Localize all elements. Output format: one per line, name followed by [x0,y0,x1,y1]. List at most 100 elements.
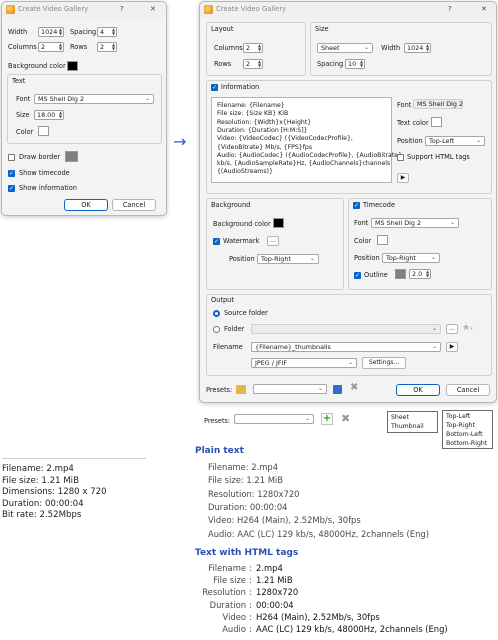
spin-arrows-icon[interactable]: ▲ ▼ [111,43,116,51]
new-dialog-window: Create Video Gallery ? ✕ Layout Columns … [199,1,497,403]
html-row-value: 1.21 MiB [256,575,293,586]
star-icon[interactable]: ★▾ [462,323,473,333]
source-folder-radio[interactable] [213,310,220,317]
color-label: Color [16,128,34,136]
rows-spinbox[interactable]: 2 ▲ ▼ [243,59,263,69]
outline-checkbox[interactable]: ✓ [354,272,361,279]
help-button[interactable]: ? [120,5,124,13]
position-popup: Top-Left Top-Right Bottom-Left Bottom-Right [442,410,493,449]
info-font-combo[interactable]: MS Shell Dlg 2 [413,99,463,109]
popup-item[interactable]: Bottom-Left [446,431,483,438]
close-button[interactable]: ✕ [150,5,156,13]
spin-arrows-icon[interactable]: ▲ ▼ [257,44,262,52]
outline-color-swatch[interactable] [395,269,406,279]
tc-position-value: Top-Right [386,254,416,262]
popup-item[interactable]: Thumbnail [391,423,424,430]
tc-position-label: Position [354,254,380,262]
chevron-down-icon: ⌄ [144,95,150,102]
show-information-checkbox[interactable]: ✓ [8,185,15,192]
border-color-swatch[interactable] [65,151,78,162]
spin-arrows-icon[interactable]: ▲ ▼ [58,111,63,119]
template-line: {VideoBitrate} Mb/s, {FPS}fps [217,143,313,151]
presets-combo[interactable]: ⌄ [253,384,327,394]
play-icon: ▶ [449,343,455,350]
info-text-color-label: Text color [397,119,429,127]
preview-play-button[interactable]: ▶ [397,173,409,183]
popup-item[interactable]: Sheet [391,414,409,421]
rows-label: Rows [214,60,232,68]
html-row-value: 1280x720 [256,587,299,598]
spacing-value: 4 [100,28,105,36]
info-sample-divider [2,458,146,459]
spin-arrows-icon[interactable]: ▲ ▼ [111,28,116,36]
spin-arrows-icon[interactable]: ▲ ▼ [257,60,262,68]
information-title: Information [221,83,260,91]
spin-arrows-icon[interactable]: ▲ ▼ [359,60,364,68]
bg-position-combo[interactable]: Top-Right ⌄ [257,254,319,264]
columns-spinbox[interactable]: 2 ▲ ▼ [243,43,263,53]
spacing-spinbox[interactable]: 10 ▲ ▼ [345,59,365,69]
folder-browse-button[interactable]: ... [446,324,458,334]
filename-play-button[interactable]: ▶ [446,342,458,352]
tc-font-value: MS Shell Dlg 2 [375,219,422,227]
font-combo[interactable]: MS Shell Dlg 2 ⌄ [34,94,154,104]
show-timecode-checkbox[interactable]: ✓ [8,170,15,177]
presets-label: Presets: [206,386,233,394]
rows-value: 2 [246,60,251,68]
tc-position-combo[interactable]: Top-Right ⌄ [382,253,440,263]
save-preset-icon[interactable] [333,385,342,394]
width-spinbox[interactable]: 1024 ▲ ▼ [404,43,431,53]
folder-radio[interactable] [213,326,220,333]
spin-arrows-icon[interactable]: ▲ ▼ [425,270,430,278]
size-spinbox[interactable]: 18.00 ▲ ▼ [34,110,64,120]
spin-arrows-icon[interactable]: ▲ ▼ [58,43,63,51]
help-button[interactable]: ? [448,5,452,13]
popup-item[interactable]: Top-Right [446,422,475,429]
spacing-spinbox[interactable]: 4 ▲ ▼ [97,27,117,37]
info-sample-line: Dimensions: 1280 x 720 [2,487,107,497]
information-template-editor[interactable]: Filename: {Filename} File size: {Size KB}… [211,97,402,183]
spin-arrows-icon[interactable]: ▲ ▼ [425,44,430,52]
close-button[interactable]: ✕ [481,5,487,13]
folder-path-combo[interactable]: ⌄ [251,324,441,334]
cancel-button[interactable]: Cancel [446,384,490,396]
bgcolor-swatch[interactable] [273,218,284,228]
add-preset-icon[interactable]: + [321,413,333,425]
bgcolor-label: Background color [213,220,271,228]
popup-item[interactable]: Top-Left [446,413,470,420]
tc-color-swatch[interactable] [377,235,388,245]
size-mode-combo[interactable]: Sheet ⌄ [317,43,373,53]
delete-preset-icon[interactable]: ✖ [350,382,358,393]
html-row-colon: : [249,624,252,634]
bgcolor-swatch[interactable] [67,61,78,71]
template-line: kb/s, {AudioSampleRate}Hz, {AudioChannel… [217,160,391,168]
template-line: Filename: {Filename} [217,102,285,109]
outline-width-spinbox[interactable]: 2.0 ▲ ▼ [409,269,431,279]
filename-combo[interactable]: {Filename}_thumbnails ⌄ [251,342,441,352]
preset-folder-icon[interactable] [236,385,246,394]
html-row-key: Video [222,611,246,622]
info-position-combo[interactable]: Top-Left ⌄ [425,136,485,146]
width-spinbox[interactable]: 1024 ▲ ▼ [38,27,64,37]
information-checkbox[interactable]: ✓ [211,84,218,91]
remove-preset-icon[interactable]: ✖ [341,412,350,425]
information-group: ✓ Information Filename: {Filename} File s… [206,80,492,194]
columns-spinbox[interactable]: 2 ▲ ▼ [38,42,64,52]
settings-button[interactable]: Settings... [362,357,406,369]
ok-button[interactable]: OK [64,199,108,211]
tc-font-combo[interactable]: MS Shell Dlg 2 ⌄ [371,218,459,228]
bottom-presets-combo[interactable]: ⌄ [234,414,314,424]
timecode-checkbox[interactable]: ✓ [353,202,360,209]
draw-border-checkbox[interactable] [8,154,15,161]
popup-item[interactable]: Bottom-Right [446,440,487,447]
format-combo[interactable]: JPEG / JFIF ⌄ [251,358,357,368]
support-html-checkbox[interactable] [397,154,404,161]
rows-spinbox[interactable]: 2 ▲ ▼ [97,42,117,52]
cancel-button[interactable]: Cancel [112,199,156,211]
info-text-color-swatch[interactable] [431,117,442,127]
watermark-checkbox[interactable]: ✓ [213,238,220,245]
text-color-swatch[interactable] [38,126,49,136]
ok-button[interactable]: OK [396,384,440,396]
watermark-browse-button[interactable]: ... [267,236,279,246]
spin-arrows-icon[interactable]: ▲ ▼ [58,28,63,36]
